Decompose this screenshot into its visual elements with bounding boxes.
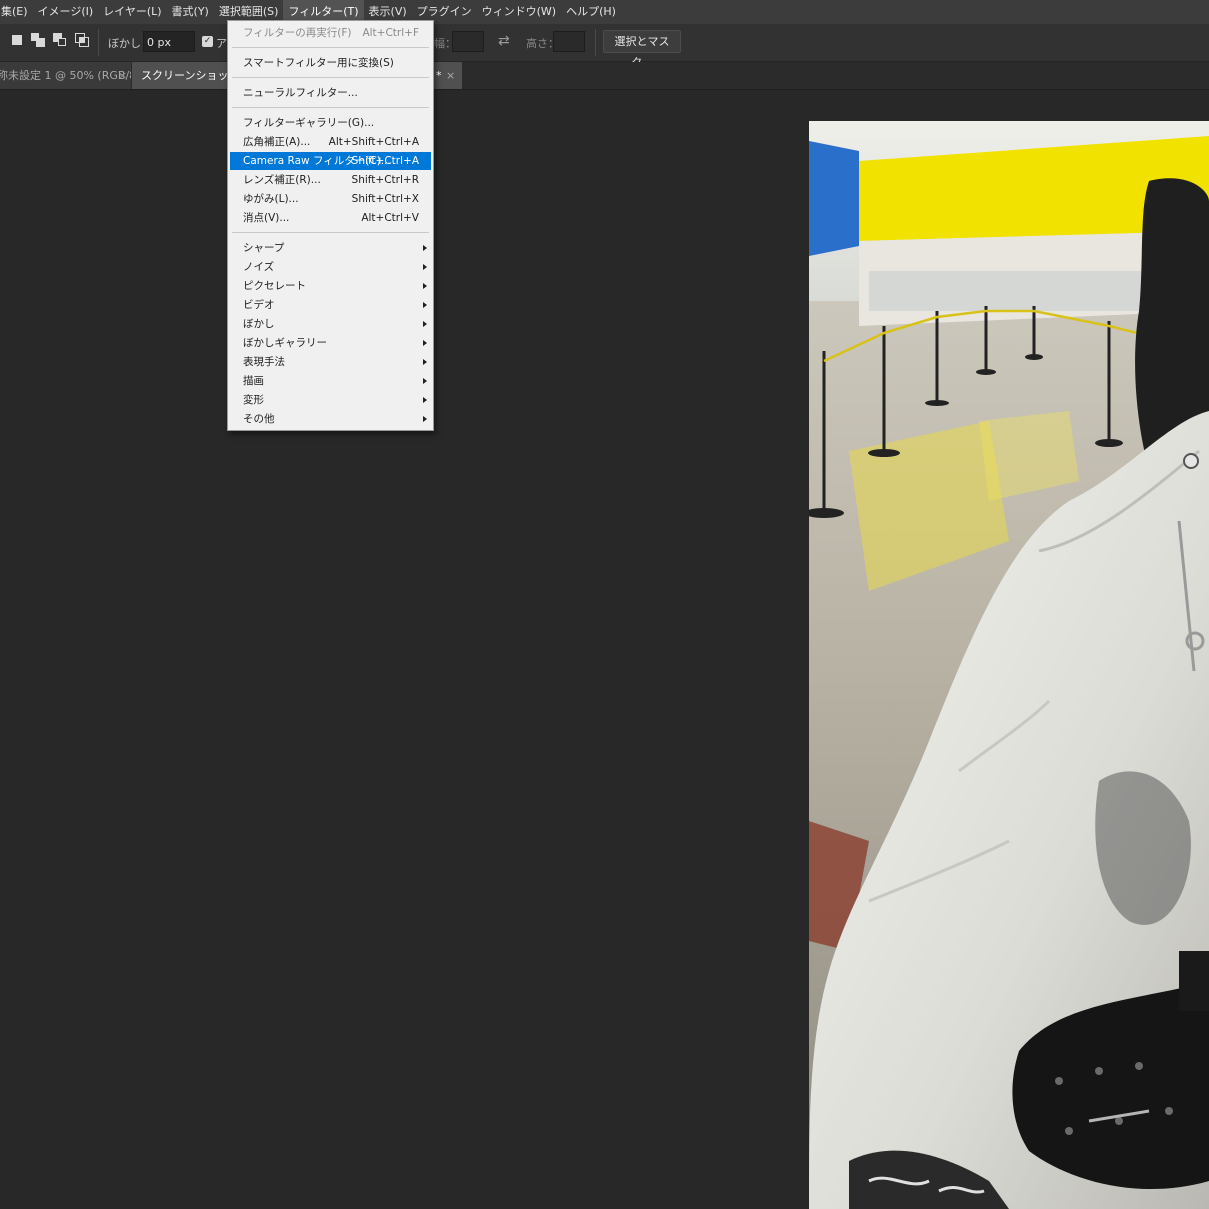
menu-item-vanishing-point[interactable]: 消点(V)... Alt+Ctrl+V <box>230 209 431 227</box>
close-icon[interactable]: × <box>446 62 455 89</box>
submenu-arrow-icon <box>423 397 427 403</box>
antialias-label: ア <box>216 37 227 50</box>
filter-menu-dropdown: フィルターの再実行(F) Alt+Ctrl+F スマートフィルター用に変換(S)… <box>227 20 434 431</box>
menu-bar: 集(E) イメージ(I) レイヤー(L) 書式(Y) 選択範囲(S) フィルター… <box>0 0 1209 24</box>
menu-item-distort[interactable]: 変形 <box>230 391 431 409</box>
menu-item-other[interactable]: その他 <box>230 410 431 428</box>
submenu-arrow-icon <box>423 283 427 289</box>
width-input[interactable] <box>452 31 484 52</box>
menu-item-pixelate[interactable]: ピクセレート <box>230 277 431 295</box>
document-tab-bar: 称未設定 1 @ 50% (RGB/8) × スクリーンショット 2024 * … <box>0 62 1209 90</box>
menu-item-liquify[interactable]: ゆがみ(L)... Shift+Ctrl+X <box>230 190 431 208</box>
menu-separator <box>232 107 429 108</box>
submenu-arrow-icon <box>423 321 427 327</box>
menu-item-sharpen[interactable]: シャープ <box>230 239 431 257</box>
menu-window[interactable]: ウィンドウ(W) <box>477 0 561 24</box>
height-input[interactable] <box>553 31 585 52</box>
menu-separator <box>232 77 429 78</box>
menu-item-convert-smart-filters[interactable]: スマートフィルター用に変換(S) <box>230 54 431 72</box>
submenu-arrow-icon <box>423 359 427 365</box>
submenu-arrow-icon <box>423 340 427 346</box>
menu-item-lens-correction[interactable]: レンズ補正(R)... Shift+Ctrl+R <box>230 171 431 189</box>
menu-item-camera-raw-filter[interactable]: Camera Raw フィルター(C)... Shift+Ctrl+A <box>230 152 431 170</box>
menu-item-adaptive-wide-angle[interactable]: 広角補正(A)... Alt+Shift+Ctrl+A <box>230 133 431 151</box>
tab-title: 称未設定 1 @ 50% (RGB/8) <box>0 69 131 82</box>
menu-edit[interactable]: 集(E) <box>0 0 33 24</box>
feather-input[interactable]: 0 px <box>143 31 195 52</box>
swap-icon[interactable]: ⇄ <box>498 33 510 49</box>
menu-item-last-filter[interactable]: フィルターの再実行(F) Alt+Ctrl+F <box>230 24 431 42</box>
menu-item-filter-gallery[interactable]: フィルターギャラリー(G)... <box>230 114 431 132</box>
submenu-arrow-icon <box>423 416 427 422</box>
menu-image[interactable]: イメージ(I) <box>33 0 99 24</box>
modified-indicator: * <box>436 69 442 82</box>
subtract-selection-icon[interactable] <box>52 32 68 48</box>
document-image[interactable] <box>809 121 1209 1209</box>
select-and-mask-button[interactable]: 選択とマスク... <box>603 30 681 69</box>
menu-item-noise[interactable]: ノイズ <box>230 258 431 276</box>
menu-item-blur[interactable]: ぼかし <box>230 315 431 333</box>
menu-item-render[interactable]: 描画 <box>230 372 431 390</box>
divider <box>98 29 99 56</box>
submenu-arrow-icon <box>423 378 427 384</box>
menu-layer[interactable]: レイヤー(L) <box>98 0 166 24</box>
submenu-arrow-icon <box>423 302 427 308</box>
new-selection-icon[interactable] <box>9 32 25 48</box>
options-bar: ぼかし： 0 px ✓ ア 幅： ⇄ 高さ： 選択とマスク... <box>0 24 1209 69</box>
close-icon[interactable]: × <box>118 62 127 89</box>
document-tab[interactable]: 称未設定 1 @ 50% (RGB/8) × <box>0 62 131 89</box>
menu-item-blur-gallery[interactable]: ぼかしギャラリー <box>230 334 431 352</box>
antialias-checkbox[interactable]: ✓ <box>202 36 213 47</box>
menu-separator <box>232 232 429 233</box>
menu-type[interactable]: 書式(Y) <box>167 0 214 24</box>
add-selection-icon[interactable] <box>30 32 46 48</box>
menu-item-stylize[interactable]: 表現手法 <box>230 353 431 371</box>
menu-separator <box>232 47 429 48</box>
submenu-arrow-icon <box>423 264 427 270</box>
divider <box>595 29 596 56</box>
intersect-selection-icon[interactable] <box>74 32 90 48</box>
menu-item-video[interactable]: ビデオ <box>230 296 431 314</box>
menu-item-neural-filters[interactable]: ニューラルフィルター... <box>230 84 431 102</box>
menu-help[interactable]: ヘルプ(H) <box>561 0 621 24</box>
submenu-arrow-icon <box>423 245 427 251</box>
